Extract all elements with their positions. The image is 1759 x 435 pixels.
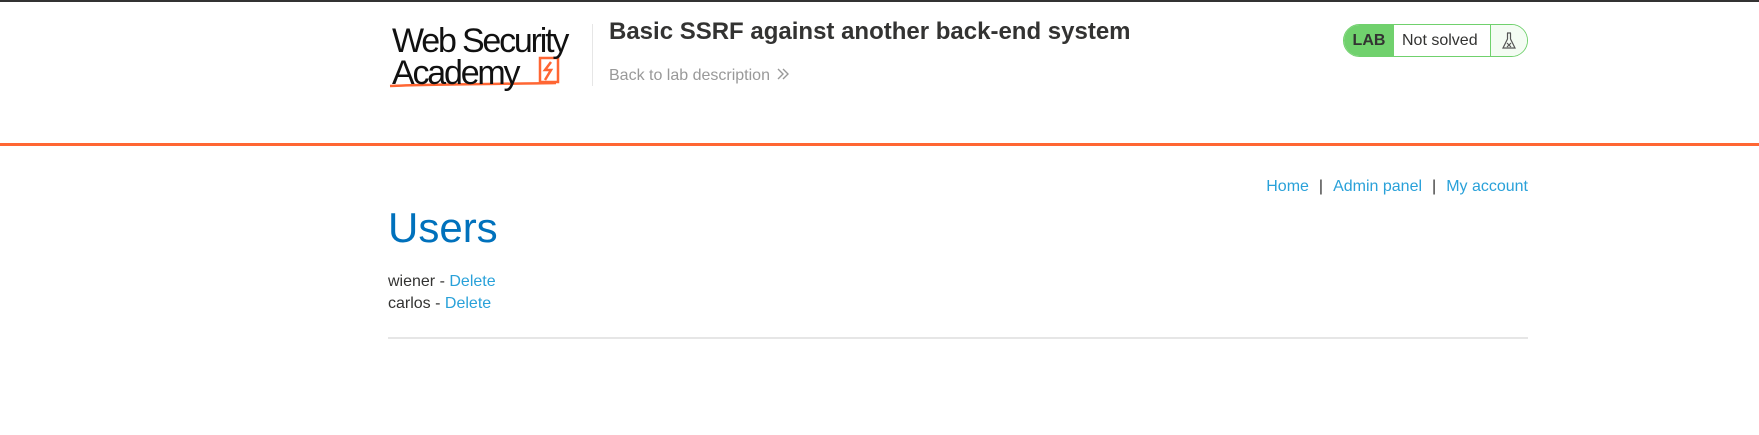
delete-carlos-link[interactable]: Delete — [445, 295, 491, 312]
user-name: wiener — [388, 273, 436, 290]
flask-icon — [1491, 25, 1527, 56]
back-to-lab-description-link[interactable]: Back to lab description — [609, 67, 790, 86]
logo-text-line1: Web Security — [392, 22, 569, 60]
top-navigation: Home | Admin panel | My account — [1266, 178, 1528, 196]
nav-home-link[interactable]: Home — [1266, 178, 1309, 195]
user-separator: - — [435, 273, 450, 290]
user-row-wiener: wiener - Delete — [388, 271, 496, 293]
nav-my-account-link[interactable]: My account — [1446, 178, 1528, 195]
user-name: carlos — [388, 295, 431, 312]
double-chevron-right-icon — [776, 67, 790, 86]
header-accent-rule — [0, 143, 1759, 146]
site-header: Web Security Academy Basic SSRF against … — [0, 2, 1759, 144]
page-title: Users — [388, 204, 498, 251]
back-link-label: Back to lab description — [609, 67, 770, 84]
nav-admin-panel-link[interactable]: Admin panel — [1333, 178, 1422, 195]
lab-status-tag: LAB — [1344, 25, 1394, 56]
header-divider — [592, 24, 593, 86]
lab-status-text: Not solved — [1394, 25, 1491, 56]
user-separator: - — [430, 295, 445, 312]
lab-status-widget: LAB Not solved — [1343, 24, 1528, 57]
lab-title: Basic SSRF against another back-end syst… — [609, 18, 1131, 45]
content-divider — [388, 337, 1528, 339]
nav-separator: | — [1432, 178, 1437, 195]
user-row-carlos: carlos - Delete — [388, 293, 496, 315]
web-security-academy-logo[interactable]: Web Security Academy — [388, 24, 588, 98]
delete-wiener-link[interactable]: Delete — [449, 273, 495, 290]
nav-separator: | — [1318, 178, 1324, 195]
user-list: wiener - Delete carlos - Delete — [388, 271, 496, 315]
logo-text-line2: Academy — [392, 54, 521, 92]
